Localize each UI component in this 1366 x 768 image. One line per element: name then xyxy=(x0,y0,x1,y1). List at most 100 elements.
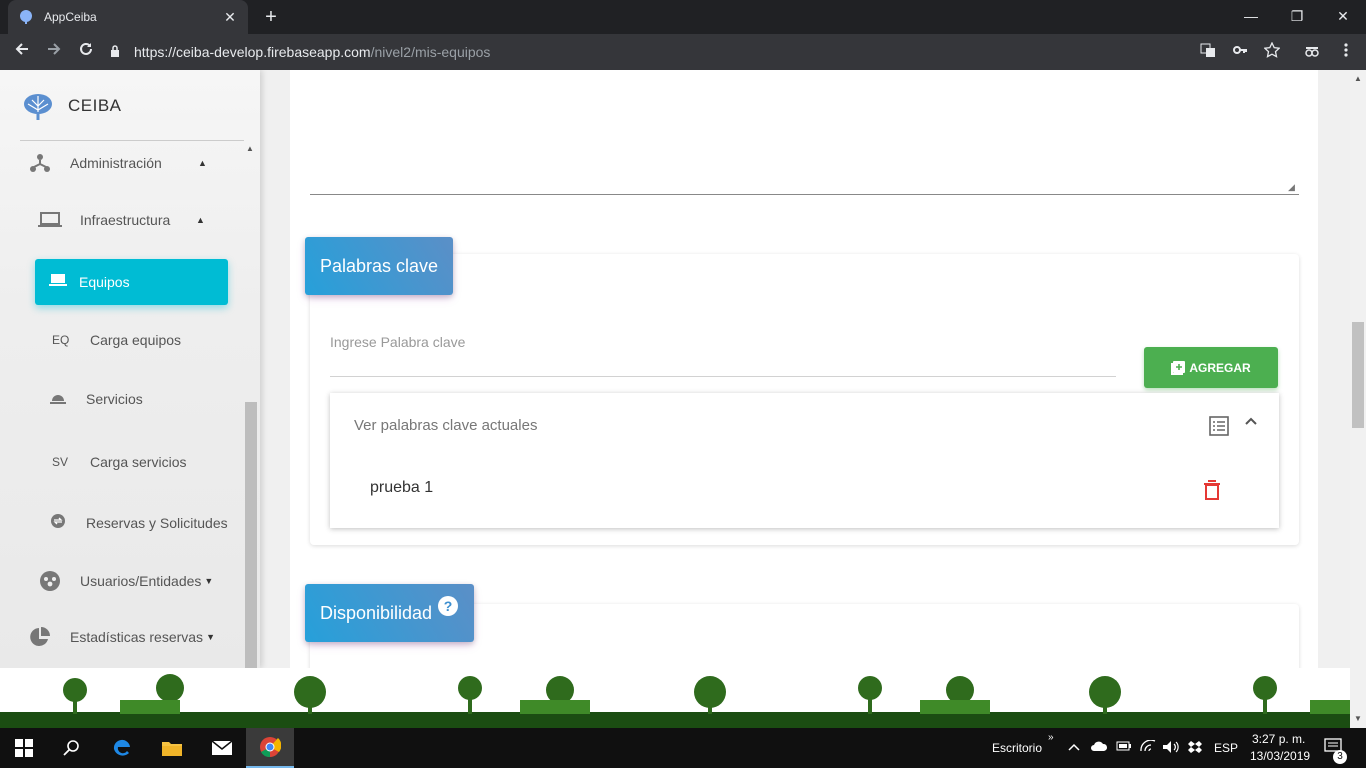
brand[interactable]: CEIBA xyxy=(22,90,122,122)
sidebar-item-carga-equipos[interactable]: EQ Carga equipos xyxy=(52,332,181,348)
sidebar-item-servicios[interactable]: Servicios xyxy=(50,391,143,407)
clock-date[interactable]: 13/03/2019 xyxy=(1250,749,1310,763)
panel-title[interactable]: Ver palabras clave actuales xyxy=(354,417,537,434)
caret-down-icon: ▼ xyxy=(204,576,214,586)
arrow-right-icon xyxy=(48,43,61,55)
scroll-down-arrow-icon[interactable]: ▼ xyxy=(1354,714,1362,723)
wifi-icon[interactable] xyxy=(1140,739,1156,755)
room-service-icon xyxy=(50,391,66,407)
scroll-up-arrow-icon[interactable]: ▲ xyxy=(1354,74,1362,83)
trash-icon[interactable] xyxy=(1202,479,1222,501)
toolbar-expand-icon[interactable]: » xyxy=(1048,732,1054,743)
tab-title: AppCeiba xyxy=(44,10,97,24)
laptop-icon xyxy=(38,208,62,232)
mail-button[interactable] xyxy=(198,728,246,768)
url-host: https://ceiba-develop.firebaseapp.com xyxy=(134,44,371,60)
new-tab-button[interactable]: + xyxy=(258,4,284,30)
sidebar-item-usuarios[interactable]: Usuarios/Entidades ▼ xyxy=(38,569,213,593)
pie-chart-icon xyxy=(28,625,52,649)
sidebar-item-reservas[interactable]: Reservas y Solicitudes xyxy=(50,513,228,532)
restore-button[interactable]: ❐ xyxy=(1274,0,1320,34)
scroll-up-arrow-icon[interactable]: ▲ xyxy=(246,144,254,153)
edge-icon xyxy=(113,739,130,756)
address-bar: https://ceiba-develop.firebaseapp.com /n… xyxy=(0,34,1366,70)
sidebar-item-carga-servicios[interactable]: SV Carga servicios xyxy=(52,454,186,470)
sidebar-item-administracion[interactable]: Administración ▲ xyxy=(28,151,207,175)
main-content: ◢ Palabras clave Ingrese Palabra clave A… xyxy=(290,70,1318,728)
page-scroll-thumb[interactable] xyxy=(1352,322,1364,428)
close-window-button[interactable]: ✕ xyxy=(1320,0,1366,34)
forward-button[interactable] xyxy=(42,40,66,64)
extension-icon[interactable] xyxy=(1302,42,1322,62)
search-button[interactable] xyxy=(48,728,96,768)
caret-down-icon: ▼ xyxy=(206,632,215,642)
laptop-icon xyxy=(49,273,67,292)
ceiba-tree-logo-icon xyxy=(24,94,52,120)
sidebar-scrollbar[interactable]: ▲ xyxy=(244,140,258,728)
keyword-input-placeholder[interactable]: Ingrese Palabra clave xyxy=(330,334,465,350)
folder-icon xyxy=(162,742,182,756)
key-icon[interactable] xyxy=(1230,42,1250,62)
dropbox-icon[interactable] xyxy=(1188,740,1202,757)
desktop-toolbar-label[interactable]: Escritorio xyxy=(992,741,1042,755)
translate-icon[interactable] xyxy=(1198,42,1218,62)
taskbar: Escritorio » ESP 3:27 p. m. 13/03/2019 3 xyxy=(0,728,1366,768)
sidebar-item-equipos[interactable]: Equipos xyxy=(35,259,228,305)
brand-divider xyxy=(20,140,244,141)
keyword-input[interactable] xyxy=(330,376,1116,377)
help-icon[interactable]: ? xyxy=(438,596,459,616)
start-button[interactable] xyxy=(0,728,48,768)
sidebar-item-estadisticas[interactable]: Estadísticas reservas ▼ xyxy=(28,625,215,649)
sidebar-item-abbr: EQ xyxy=(52,333,70,347)
sidebar-item-infraestructura[interactable]: Infraestructura ▲ xyxy=(38,208,205,232)
chevron-up-icon[interactable] xyxy=(1240,413,1262,435)
tree-favicon-icon xyxy=(20,10,32,24)
chrome-button[interactable] xyxy=(246,728,294,768)
keywords-expansion-panel: Ver palabras clave actuales prueba 1 xyxy=(330,393,1279,528)
language-indicator[interactable]: ESP xyxy=(1214,741,1238,755)
availability-card-header: Disponibilidad ? xyxy=(305,584,474,642)
arrow-left-icon xyxy=(15,43,28,55)
add-keyword-button[interactable]: AGREGAR xyxy=(1144,347,1278,388)
battery-icon[interactable] xyxy=(1116,740,1132,755)
file-explorer-button[interactable] xyxy=(148,728,196,768)
clock-time[interactable]: 3:27 p. m. xyxy=(1252,732,1305,746)
tab-close-icon[interactable]: ✕ xyxy=(222,9,238,26)
menu-dots-icon[interactable] xyxy=(1336,42,1356,62)
url-field[interactable]: https://ceiba-develop.firebaseapp.com /n… xyxy=(110,38,1290,66)
windows-logo-icon xyxy=(15,739,33,757)
sidebar-item-label: Servicios xyxy=(86,391,143,407)
sidebar-item-label: Carga equipos xyxy=(90,332,182,348)
browser-tab[interactable]: AppCeiba ✕ xyxy=(8,0,248,34)
list-view-icon[interactable] xyxy=(1208,415,1230,437)
edge-button[interactable] xyxy=(98,728,146,768)
page-scrollbar[interactable]: ▲ ▼ xyxy=(1350,70,1366,728)
sidebar-item-label: Infraestructura xyxy=(80,212,171,228)
chevron-up-icon[interactable] xyxy=(1068,740,1080,755)
bookmark-star-icon[interactable] xyxy=(1262,41,1282,62)
sidebar: CEIBA ▲ Administración ▲ Infraestructura… xyxy=(0,70,260,728)
keywords-card-title: Palabras clave xyxy=(320,255,439,276)
brand-name: CEIBA xyxy=(68,96,122,115)
back-button[interactable] xyxy=(10,40,34,64)
onedrive-cloud-icon[interactable] xyxy=(1090,740,1108,755)
volume-icon[interactable] xyxy=(1162,740,1180,757)
add-button-label: AGREGAR xyxy=(1189,360,1251,375)
mail-icon xyxy=(211,740,233,755)
sidebar-item-label: Carga servicios xyxy=(90,454,187,470)
add-box-icon xyxy=(1171,360,1186,375)
reload-button[interactable] xyxy=(74,40,98,64)
search-icon xyxy=(63,740,79,756)
page-viewport: CEIBA ▲ Administración ▲ Infraestructura… xyxy=(0,70,1350,728)
sidebar-item-label: Reservas y Solicitudes xyxy=(86,514,228,531)
url-path: /nivel2/mis-equipos xyxy=(370,44,491,60)
resize-grip-icon[interactable]: ◢ xyxy=(1288,182,1298,192)
sidebar-item-label: Equipos xyxy=(79,274,130,290)
browser-titlebar: AppCeiba ✕ + — ❐ ✕ xyxy=(0,0,1366,34)
keyword-list-item: prueba 1 xyxy=(370,479,434,496)
group-icon xyxy=(38,569,62,593)
reload-icon xyxy=(80,42,92,55)
hierarchy-icon xyxy=(28,151,52,175)
description-textarea-underline[interactable] xyxy=(310,194,1299,195)
minimize-button[interactable]: — xyxy=(1228,0,1274,34)
